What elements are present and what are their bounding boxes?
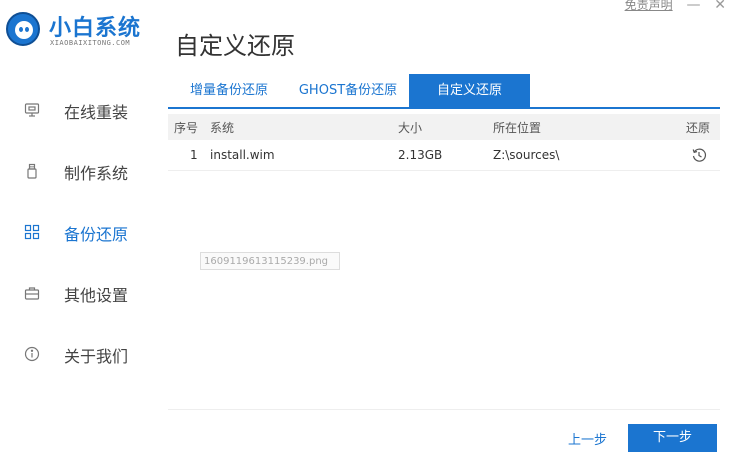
table-header: 序号 系统 大小 所在位置 还原 xyxy=(168,114,720,140)
restore-icon[interactable] xyxy=(691,147,707,163)
grid-icon xyxy=(24,224,40,240)
tab-custom-restore[interactable]: 自定义还原 xyxy=(409,74,530,107)
page-title: 自定义还原 xyxy=(175,32,295,60)
next-step-button[interactable]: 下一步 xyxy=(628,424,717,452)
minimize-button[interactable]: — xyxy=(686,0,700,13)
info-icon xyxy=(24,346,40,362)
sidebar-item-label: 制作系统 xyxy=(64,164,129,183)
sidebar-item-label: 备份还原 xyxy=(64,225,129,244)
window-controls: 免责声明 — ✕ xyxy=(625,0,726,13)
filename-tooltip: 1609119613115239.png xyxy=(200,252,340,270)
column-header-system: 系统 xyxy=(210,121,235,135)
logo-mascot-icon xyxy=(6,12,40,46)
previous-step-button[interactable]: 上一步 xyxy=(568,429,607,448)
monitor-icon xyxy=(24,103,40,117)
row-location: Z:\sources\ xyxy=(493,148,560,162)
column-header-index: 序号 xyxy=(174,121,199,135)
tab-bar: 增量备份还原 GHOST备份还原 自定义还原 xyxy=(168,74,720,109)
image-table: 序号 系统 大小 所在位置 还原 1 install.wim 2.13GB Z:… xyxy=(168,114,720,171)
sidebar-item-label: 关于我们 xyxy=(64,347,129,366)
sidebar-item-make-system[interactable]: 制作系统 xyxy=(0,151,160,191)
sidebar-item-backup-restore[interactable]: 备份还原 xyxy=(0,212,160,252)
brand-logo: 小白系统 XIAOBAIXITONG.COM xyxy=(6,8,161,48)
sidebar-item-about-us[interactable]: 关于我们 xyxy=(0,334,160,374)
brand-title: 小白系统 xyxy=(49,16,142,41)
usb-icon xyxy=(27,163,37,179)
column-header-restore: 还原 xyxy=(686,121,711,135)
row-index: 1 xyxy=(190,148,198,162)
sidebar-item-label: 在线重装 xyxy=(64,103,129,122)
column-header-location: 所在位置 xyxy=(493,121,542,135)
sidebar-item-online-reinstall[interactable]: 在线重装 xyxy=(0,90,160,130)
tab-ghost-restore[interactable]: GHOST备份还原 xyxy=(292,74,404,107)
disclaimer-link[interactable]: 免责声明 xyxy=(625,0,673,12)
column-header-size: 大小 xyxy=(398,121,423,135)
sidebar-item-label: 其他设置 xyxy=(64,286,129,305)
table-row[interactable]: 1 install.wim 2.13GB Z:\sources\ xyxy=(168,140,720,171)
brand-subtitle: XIAOBAIXITONG.COM xyxy=(50,39,131,47)
close-button[interactable]: ✕ xyxy=(714,0,726,13)
row-system: install.wim xyxy=(210,148,275,162)
tab-incremental-restore[interactable]: 增量备份还原 xyxy=(174,74,284,107)
sidebar-item-other-settings[interactable]: 其他设置 xyxy=(0,273,160,313)
toolbox-icon xyxy=(24,287,40,300)
row-size: 2.13GB xyxy=(398,148,443,162)
footer-divider xyxy=(168,409,720,410)
